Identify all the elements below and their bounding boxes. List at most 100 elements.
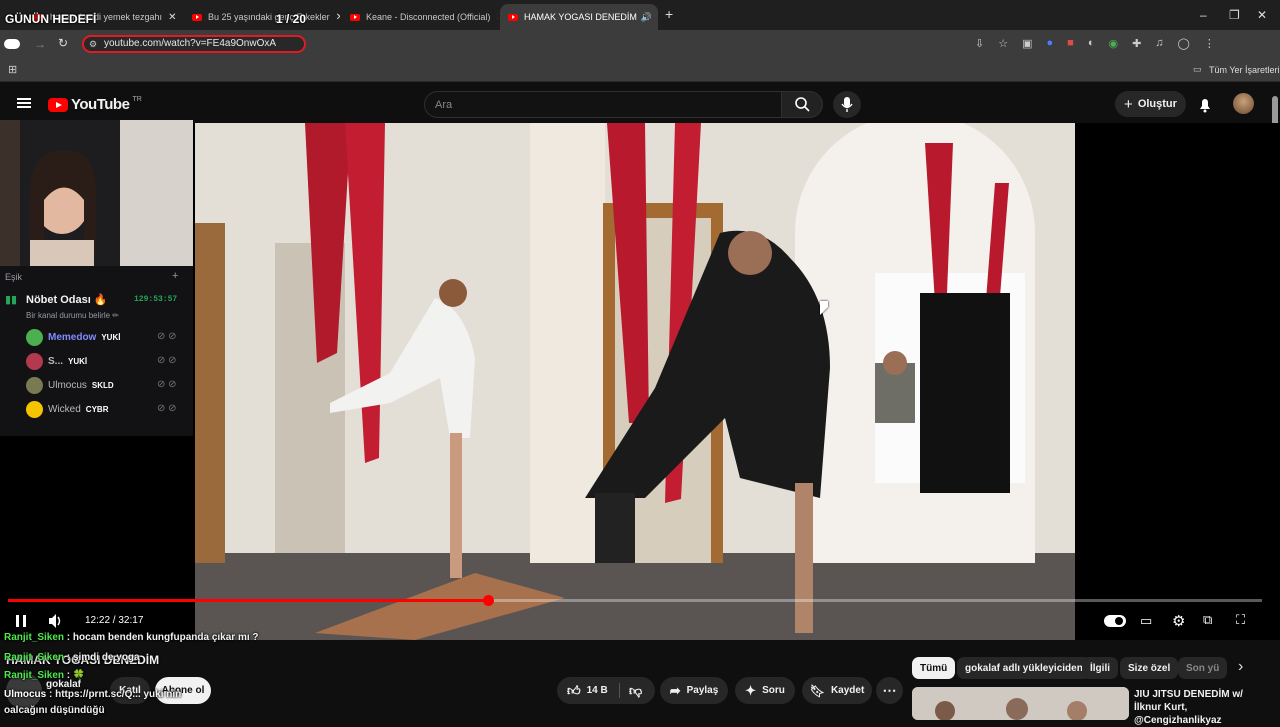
youtube-logo[interactable]: YouTube TR bbox=[48, 96, 142, 113]
extension-icon[interactable]: ◉ bbox=[1108, 37, 1118, 50]
tab-close-icon[interactable]: ✕ bbox=[652, 12, 658, 23]
fullscreen-icon[interactable]: ⛶ bbox=[1236, 612, 1245, 628]
dislike-thumb-icon[interactable]: 👎︎ bbox=[629, 683, 642, 699]
avatar bbox=[26, 353, 43, 370]
chip-label: İlgili bbox=[1090, 662, 1110, 674]
chip-label: Son yü bbox=[1186, 662, 1220, 674]
autoplay-toggle[interactable] bbox=[1104, 615, 1126, 627]
youtube-logo-icon bbox=[48, 97, 68, 112]
chat-username: Ulmocus bbox=[4, 689, 47, 700]
tab-label: Bu 25 yaşındaki genç Erkekler bbox=[208, 12, 330, 22]
extension-icon[interactable]: ● bbox=[1047, 37, 1054, 50]
search-input[interactable]: Ara bbox=[424, 91, 782, 118]
more-actions-button[interactable]: ⋯ bbox=[876, 677, 903, 704]
search-button[interactable] bbox=[781, 91, 823, 118]
chat-message: Ulmocus : https://prnt.sc/Q... yuki nin bbox=[4, 689, 181, 700]
like-thumb-icon[interactable]: 👍︎ bbox=[567, 683, 581, 699]
muted-icons: ⊘ ⊘ bbox=[157, 403, 177, 414]
site-info-icon[interactable]: ⚙ bbox=[89, 39, 97, 50]
avatar bbox=[26, 401, 43, 418]
chat-message: Ranjit_Siken : hocam benden kungfupanda … bbox=[4, 632, 259, 643]
create-button[interactable]: + Oluştur bbox=[1115, 91, 1186, 117]
audio-playing-icon[interactable]: 🔊 bbox=[641, 12, 652, 23]
avatar bbox=[26, 377, 43, 394]
tab-label: Keane - Disconnected (Official) bbox=[366, 12, 491, 22]
thumbnail-image bbox=[912, 687, 1129, 720]
related-video-title[interactable]: JIU JITSU DENEDİM w/ İlknur Kurt, @Cengi… bbox=[1134, 688, 1264, 727]
extension-icon[interactable]: ■ bbox=[1067, 37, 1074, 50]
chat-message: Ranjit_Siken : 🍀 bbox=[4, 670, 85, 681]
member-name: S... bbox=[48, 356, 64, 367]
voice-search-button[interactable] bbox=[833, 91, 861, 118]
search-icon bbox=[795, 97, 810, 112]
reload-icon[interactable]: ↻ bbox=[58, 36, 68, 50]
browser-menu-icon[interactable]: ⋮ bbox=[1204, 37, 1215, 50]
bookmarks-bar bbox=[0, 58, 1280, 82]
profile-icon[interactable]: ◯ bbox=[1178, 37, 1190, 50]
media-control-icon[interactable]: ♫ bbox=[1155, 37, 1163, 50]
tab-close-icon[interactable]: ✕ bbox=[490, 12, 498, 23]
maximize-button[interactable]: ❐ bbox=[1229, 8, 1240, 22]
extensions-puzzle-icon[interactable]: ✚ bbox=[1132, 37, 1141, 50]
chevron-right-icon[interactable]: › bbox=[1238, 658, 1243, 676]
like-dislike-group: 👍︎ 14 B 👎︎ bbox=[557, 677, 655, 704]
chip-related[interactable]: İlgili bbox=[1082, 657, 1118, 679]
chip-for-you[interactable]: Size özel bbox=[1120, 657, 1179, 679]
chip-recent[interactable]: Son yü bbox=[1178, 657, 1228, 679]
browser-tab[interactable]: Keane - Disconnected (Official) ✕ bbox=[342, 4, 498, 30]
extension-icon[interactable]: ◐ bbox=[1088, 37, 1095, 50]
browser-tab-strip: hocam kendi yemek tezgahı ✕ Bu 25 yaşınd… bbox=[0, 0, 1280, 30]
tab-close-icon[interactable]: ✕ bbox=[162, 12, 176, 23]
chat-username: Ranjit_Siken bbox=[4, 670, 65, 681]
settings-gear-icon[interactable]: ⚙ bbox=[1172, 612, 1185, 630]
voice-member: S... YUKİ bbox=[26, 353, 87, 370]
volume-icon[interactable] bbox=[47, 613, 65, 629]
progress-scrubber[interactable] bbox=[483, 595, 494, 606]
goal-label: GÜNÜN HEDEFİ bbox=[5, 12, 97, 26]
user-avatar[interactable] bbox=[1233, 93, 1254, 114]
record-indicator-icon bbox=[4, 39, 20, 49]
chat-username: Ranjit_Siken bbox=[4, 652, 65, 663]
notifications-bell-icon[interactable] bbox=[1197, 96, 1213, 113]
member-name: Memedow bbox=[48, 332, 97, 343]
youtube-favicon-icon bbox=[508, 13, 518, 21]
tab-close-icon[interactable]: ✕ bbox=[330, 12, 340, 23]
miniplayer-icon[interactable]: ⧉ bbox=[1203, 612, 1212, 628]
bookmark-star-icon[interactable]: ☆ bbox=[998, 37, 1008, 50]
browser-tab-active[interactable]: HAMAK YOGASI DENEDİM 🔊 ✕ bbox=[500, 4, 658, 30]
close-window-button[interactable]: ✕ bbox=[1257, 8, 1267, 22]
divider bbox=[619, 683, 620, 698]
browser-tab[interactable]: Bu 25 yaşındaki genç Erkekler ✕ bbox=[184, 4, 340, 30]
chip-from-uploader[interactable]: gokalaf adlı yükleyiciden bbox=[957, 657, 1091, 679]
ask-button[interactable]: ✦ Soru bbox=[735, 677, 795, 704]
all-bookmarks-link[interactable]: Tüm Yer İşaretleri bbox=[1209, 65, 1280, 75]
chat-text: : 🍀 bbox=[64, 670, 86, 681]
tab-label: HAMAK YOGASI DENEDİM bbox=[524, 12, 637, 22]
address-bar[interactable]: ⚙ youtube.com/watch?v=FE4a9OnwOxA bbox=[82, 35, 306, 53]
folder-icon: ▭ bbox=[1193, 64, 1202, 74]
chip-label: gokalaf adlı yükleyiciden bbox=[965, 662, 1083, 674]
menu-hamburger-icon[interactable] bbox=[17, 98, 31, 108]
avatar bbox=[26, 329, 43, 346]
save-button[interactable]: 🔖︎ Kaydet bbox=[802, 677, 872, 704]
subtitles-icon[interactable]: ▭ bbox=[1140, 613, 1152, 629]
url-text: youtube.com/watch?v=FE4a9OnwOxA bbox=[104, 38, 277, 49]
chip-all[interactable]: Tümü bbox=[912, 657, 956, 679]
share-button[interactable]: ➦ Paylaş bbox=[660, 677, 728, 704]
channel-name: Nöbet Odası 🔥 bbox=[26, 294, 108, 306]
pause-button[interactable] bbox=[14, 614, 28, 628]
new-tab-button[interactable]: + bbox=[665, 6, 673, 22]
extension-icon[interactable]: ▣ bbox=[1022, 37, 1032, 50]
related-video-thumbnail[interactable] bbox=[912, 687, 1129, 720]
like-count[interactable]: 14 B bbox=[587, 685, 608, 696]
video-frame[interactable] bbox=[195, 123, 1075, 640]
chat-text: : hocam benden kungfupanda çıkar mı ? bbox=[64, 632, 259, 643]
apps-grid-icon[interactable]: ⊞ bbox=[8, 63, 17, 76]
muted-icons: ⊘ ⊘ bbox=[157, 379, 177, 390]
share-arrow-icon: ➦ bbox=[669, 682, 681, 698]
share-label: Paylaş bbox=[686, 685, 719, 696]
forward-arrow-icon[interactable]: → bbox=[34, 37, 46, 51]
install-app-icon[interactable]: ⇩ bbox=[975, 37, 984, 50]
minimize-button[interactable]: – bbox=[1200, 8, 1207, 22]
threshold-label: Eşik bbox=[5, 272, 23, 282]
